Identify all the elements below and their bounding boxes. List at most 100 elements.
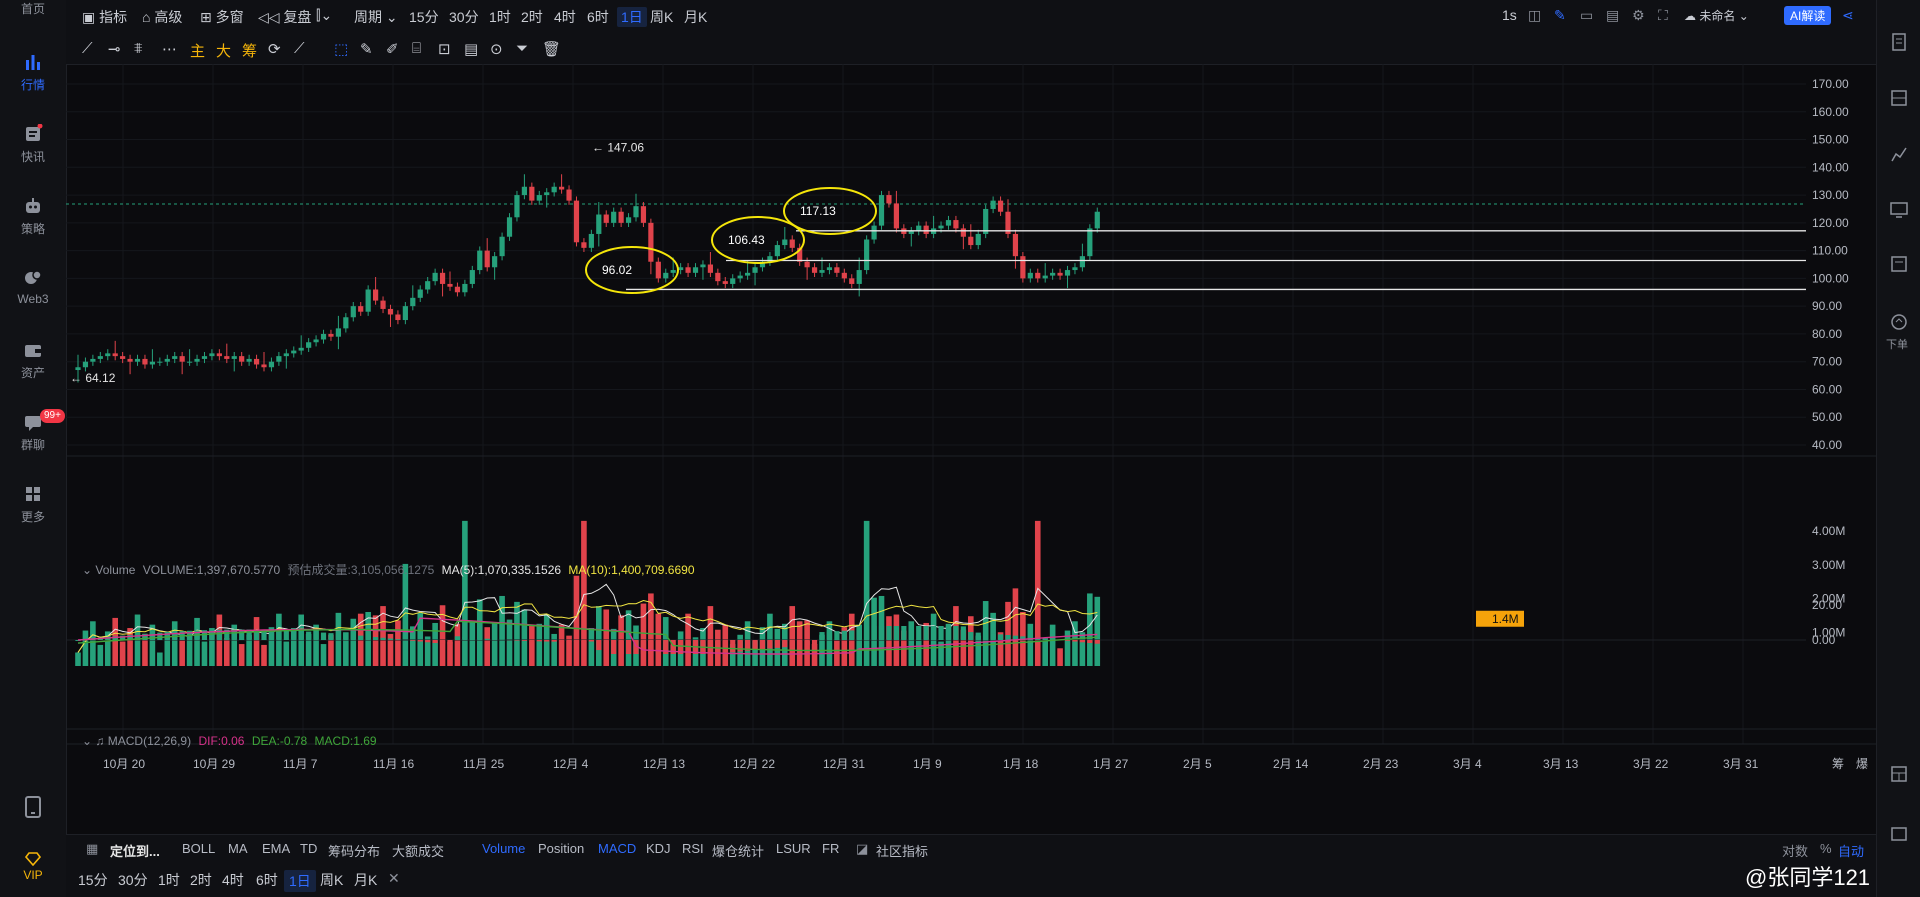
orderbook-icon[interactable] (1889, 88, 1909, 108)
chart-area[interactable]: 170.00 160.00 150.00 140.00 130.00 120.00 110.… (66, 64, 1876, 808)
calendar-icon[interactable]: ▦ (86, 841, 98, 857)
phone-icon[interactable] (24, 796, 42, 818)
document-icon[interactable] (1889, 32, 1909, 52)
brush-icon[interactable]: ✐ (386, 40, 399, 58)
period-1d[interactable]: 1日 (617, 7, 647, 27)
pen-icon[interactable]: ✎ (360, 40, 373, 58)
indicator-volume[interactable]: Volume (482, 841, 525, 856)
layout-name-dropdown[interactable]: ☁ 未命名 ⌄ (1684, 7, 1749, 24)
bell-icon[interactable]: ♫ (95, 734, 104, 748)
main-chart-button[interactable]: 主 (190, 40, 205, 61)
bottom-period-2h[interactable]: 2时 (190, 870, 212, 890)
measure-icon[interactable]: ⟋ (294, 40, 305, 57)
indicator-large-trades[interactable]: 大额成交 (392, 841, 444, 860)
bottom-period-30m[interactable]: 30分 (118, 870, 148, 890)
indicator-macd[interactable]: MACD (598, 841, 636, 856)
settings-panel-icon[interactable] (1889, 824, 1909, 844)
ruler-icon[interactable]: ⩨ (134, 40, 142, 57)
fullscreen-icon[interactable]: ⛶ (1658, 7, 1668, 24)
indicator-liquidation[interactable]: 爆仓统计 (712, 841, 764, 860)
trend-line-icon[interactable]: ⟋ (82, 40, 93, 57)
magnet-icon[interactable]: ⊙ (490, 40, 503, 58)
period-2h[interactable]: 2时 (521, 7, 543, 27)
camera-icon[interactable]: ◫ (1528, 7, 1541, 24)
indicator-boll[interactable]: BOLL (182, 841, 215, 856)
locate-button[interactable]: 定位到... (110, 841, 160, 860)
interval-label[interactable]: 1s (1502, 7, 1517, 23)
text-icon[interactable]: ▤ (464, 40, 478, 58)
community-indicators-button[interactable]: 社区指标 (876, 841, 928, 860)
window-icon[interactable]: ▭ (1580, 7, 1593, 24)
macd-histogram-bar (797, 640, 803, 646)
monitor-icon[interactable] (1889, 200, 1909, 220)
rotate-icon[interactable]: ⟳ (268, 40, 281, 58)
sidebar-item-news[interactable]: 快讯 (0, 124, 66, 165)
bottom-period-week[interactable]: 周K (320, 870, 343, 890)
lock-icon[interactable]: ⊡ (438, 40, 451, 58)
sidebar-item-assets[interactable]: 资产 (0, 340, 66, 381)
big-order-button[interactable]: 大 (216, 40, 231, 61)
ai-interpret-button[interactable]: AI解读 (1784, 6, 1832, 25)
chart-canvas[interactable]: 170.00 160.00 150.00 140.00 130.00 120.00 110.… (66, 64, 1876, 808)
bottom-period-1h[interactable]: 1时 (158, 870, 180, 890)
calculator-icon[interactable] (1889, 254, 1909, 274)
period-month[interactable]: 月K (684, 7, 707, 27)
indicator-ma[interactable]: MA (228, 841, 248, 856)
chart-type-button[interactable]: ⫿⌄ (316, 7, 332, 24)
bottom-period-15m[interactable]: 15分 (78, 870, 108, 890)
period-4h[interactable]: 4时 (554, 7, 576, 27)
multi-window-label: 多窗 (215, 9, 244, 25)
period-dropdown[interactable]: 周期 ⌄ (354, 7, 398, 27)
collapse-icon[interactable]: ⌄ (82, 734, 95, 748)
advanced-button[interactable]: ⌂ 高级 (142, 7, 182, 27)
period-week[interactable]: 周K (650, 7, 673, 27)
indicator-rsi[interactable]: RSI (682, 841, 704, 856)
log-scale-toggle[interactable]: 对数 (1782, 841, 1808, 860)
period-15m[interactable]: 15分 (409, 7, 439, 27)
bottom-period-1d[interactable]: 1日 (284, 870, 316, 892)
trash-icon[interactable]: 🗑 (542, 40, 561, 58)
indicators-button[interactable]: ▣ 指标 (82, 7, 127, 27)
vip-button[interactable]: VIP (0, 852, 66, 882)
filter-icon[interactable]: ⏷ (516, 40, 528, 57)
bottom-period-4h[interactable]: 4时 (222, 870, 244, 890)
collapse-icon[interactable]: ⌄ (82, 563, 95, 577)
panel-layout-icon[interactable] (1889, 764, 1909, 784)
indicator-ema[interactable]: EMA (262, 841, 290, 856)
period-1h[interactable]: 1时 (489, 7, 511, 27)
cursor-icon[interactable]: ⬚ (334, 40, 348, 58)
layout-icon[interactable]: ▤ (1606, 7, 1619, 24)
period-6h[interactable]: 6时 (587, 7, 609, 27)
candle-body (975, 233, 981, 246)
multi-window-button[interactable]: ⊞ 多窗 (200, 7, 244, 27)
share-icon[interactable]: ⋖ (1842, 7, 1854, 24)
auto-scale-toggle[interactable]: 自动 (1838, 841, 1864, 860)
sidebar-item-more[interactable]: 更多 (0, 484, 66, 525)
more-tools-icon[interactable]: ⋯ (162, 40, 177, 58)
bottom-period-6h[interactable]: 6时 (256, 870, 278, 890)
chips-button[interactable]: 筹 (242, 40, 257, 61)
depth-chart-icon[interactable] (1889, 144, 1909, 164)
order-icon[interactable] (1889, 312, 1909, 332)
pencil-icon[interactable]: ✎ (1554, 7, 1566, 24)
indicator-fr[interactable]: FR (822, 841, 839, 856)
community-icon[interactable]: ◪ (856, 841, 868, 857)
sidebar-item-home[interactable]: 首页 (0, 0, 66, 17)
indicator-lsur[interactable]: LSUR (776, 841, 811, 856)
sidebar-item-strategy[interactable]: 策略 (0, 196, 66, 237)
percent-scale-toggle[interactable]: % (1820, 841, 1832, 856)
pattern-icon[interactable]: ⌸ (412, 40, 421, 57)
horizontal-line-icon[interactable]: ⊸ (108, 40, 121, 58)
sidebar-item-market[interactable]: 行情 (0, 52, 66, 93)
indicator-position[interactable]: Position (538, 841, 584, 856)
replay-button[interactable]: ◁◁ 复盘 (258, 7, 311, 27)
period-30m[interactable]: 30分 (449, 7, 479, 27)
gear-icon[interactable]: ⚙ (1632, 7, 1645, 24)
indicator-kdj[interactable]: KDJ (646, 841, 671, 856)
indicator-chip-distribution[interactable]: 筹码分布 (328, 841, 380, 860)
order-label[interactable]: 下单 (1886, 336, 1908, 352)
bottom-period-month[interactable]: 月K (354, 870, 377, 890)
sidebar-item-web3[interactable]: Web3 (0, 268, 66, 306)
close-icon[interactable]: ✕ (388, 870, 400, 887)
indicator-td[interactable]: TD (300, 841, 317, 856)
